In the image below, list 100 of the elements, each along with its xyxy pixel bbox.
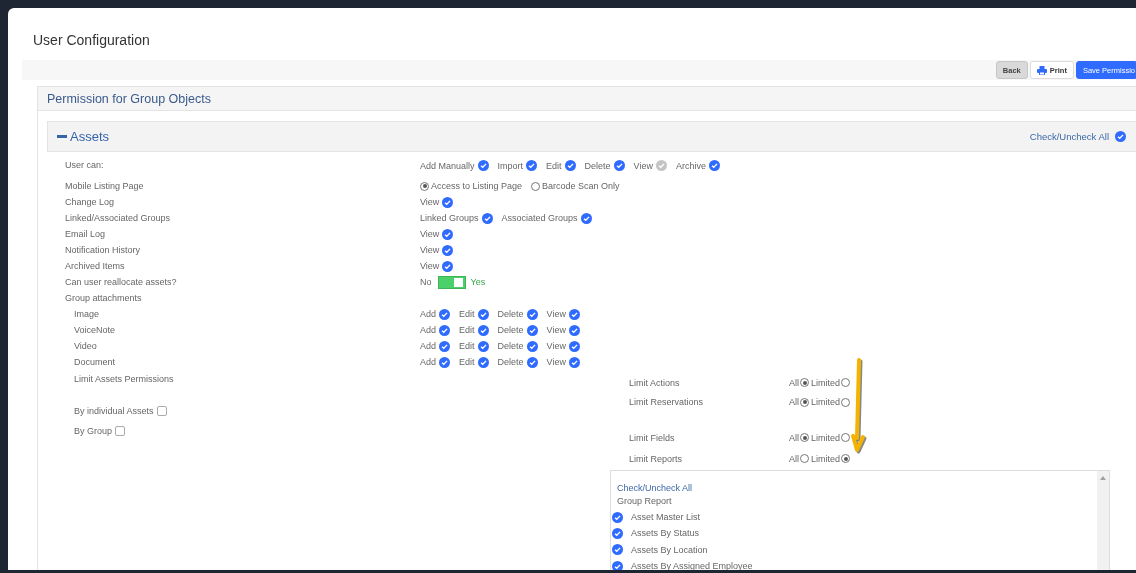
group-heading: Group Report bbox=[617, 496, 673, 506]
check-all-link[interactable]: Check/Uncheck All bbox=[617, 483, 693, 493]
checkbox[interactable] bbox=[477, 160, 489, 171]
option-label: Delete bbox=[584, 160, 611, 171]
checkbox[interactable] bbox=[526, 340, 538, 352]
radio-button[interactable] bbox=[800, 454, 809, 463]
checkbox[interactable] bbox=[526, 160, 538, 171]
checkbox[interactable] bbox=[568, 340, 580, 352]
checkbox[interactable] bbox=[115, 426, 126, 436]
checkbox[interactable] bbox=[526, 356, 538, 368]
checkbox[interactable] bbox=[477, 324, 489, 336]
checkbox[interactable] bbox=[439, 324, 450, 336]
checkbox[interactable] bbox=[156, 406, 167, 416]
toggle-switch[interactable] bbox=[437, 275, 466, 289]
checkbox-label: By individual Assets bbox=[74, 406, 154, 416]
checkbox[interactable] bbox=[442, 196, 454, 208]
checkbox[interactable] bbox=[477, 340, 489, 352]
option-label: Delete bbox=[497, 357, 524, 367]
permission-label: VoiceNote bbox=[73, 325, 117, 335]
checkbox[interactable] bbox=[655, 160, 667, 171]
option-label: Archive bbox=[675, 160, 706, 171]
radio-label: All bbox=[789, 453, 799, 464]
limit-label: Limit Fields bbox=[629, 432, 676, 443]
permission-label: Notification History bbox=[65, 245, 142, 255]
scroll-up-icon[interactable] bbox=[1100, 476, 1106, 480]
radio-button[interactable] bbox=[420, 181, 429, 191]
checkbox[interactable] bbox=[477, 308, 489, 320]
report-label: Assets By Status bbox=[631, 528, 700, 539]
checkbox[interactable] bbox=[526, 324, 538, 336]
minus-icon bbox=[57, 135, 67, 138]
checkbox[interactable] bbox=[564, 160, 576, 171]
radio-button[interactable] bbox=[841, 378, 851, 387]
checkbox[interactable] bbox=[442, 228, 454, 240]
checkbox[interactable] bbox=[442, 260, 454, 272]
permission-label: Video bbox=[73, 341, 98, 351]
checkbox[interactable] bbox=[442, 244, 454, 256]
section-title: Assets bbox=[70, 129, 109, 144]
option-label: Add bbox=[420, 357, 436, 367]
checkbox[interactable] bbox=[477, 356, 489, 368]
checkbox[interactable] bbox=[439, 308, 450, 320]
checkbox[interactable] bbox=[568, 308, 580, 320]
option-label: View bbox=[420, 229, 440, 239]
checkbox[interactable] bbox=[568, 356, 580, 368]
option-label: Add bbox=[420, 341, 436, 351]
radio-label: Limited bbox=[811, 377, 841, 388]
printer-icon bbox=[1036, 65, 1047, 75]
permission-label: User can: bbox=[65, 160, 105, 170]
radio-button[interactable] bbox=[531, 181, 541, 191]
permission-label: Archived Items bbox=[65, 261, 126, 271]
radio-button[interactable] bbox=[800, 433, 809, 442]
radio-label: Limited bbox=[811, 397, 841, 407]
checkbox-label: By Group bbox=[74, 426, 113, 436]
radio-label: All bbox=[789, 432, 799, 443]
radio-button[interactable] bbox=[841, 454, 851, 463]
checkbox[interactable] bbox=[612, 544, 623, 556]
checkbox[interactable] bbox=[481, 212, 493, 224]
checkbox[interactable] bbox=[1115, 131, 1126, 142]
checkbox[interactable] bbox=[613, 160, 625, 171]
limit-label: Limit Actions bbox=[629, 377, 681, 388]
permission-label: Limit Assets Permissions bbox=[74, 373, 175, 386]
check-all-link[interactable]: Check/Uncheck All bbox=[1029, 131, 1109, 142]
radio-button[interactable] bbox=[800, 378, 809, 387]
toggle-label: No bbox=[420, 277, 432, 287]
option-label: Add Manually bbox=[420, 160, 475, 171]
option-label: Edit bbox=[459, 309, 475, 319]
checkbox[interactable] bbox=[439, 340, 450, 352]
option-label: Associated Groups bbox=[501, 213, 578, 223]
option-label: View bbox=[546, 341, 566, 351]
option-label: Delete bbox=[497, 341, 524, 351]
permission-label: Image bbox=[73, 309, 100, 319]
option-label: Access to Listing Page bbox=[431, 181, 523, 191]
option-label: Delete bbox=[497, 325, 524, 335]
checkbox[interactable] bbox=[580, 212, 592, 224]
checkbox[interactable] bbox=[708, 160, 720, 171]
checkbox[interactable] bbox=[439, 356, 450, 368]
option-label: Barcode Scan Only bbox=[542, 181, 620, 191]
option-label: Edit bbox=[459, 341, 475, 351]
section-toggle[interactable]: Assets bbox=[57, 129, 109, 144]
checkbox[interactable] bbox=[612, 527, 623, 539]
radio-button[interactable] bbox=[841, 397, 851, 407]
option-label: View bbox=[420, 261, 440, 271]
option-label: View bbox=[546, 309, 566, 319]
option-label: Add bbox=[420, 325, 436, 335]
scrollbar[interactable] bbox=[1097, 471, 1109, 570]
radio-label: Limited bbox=[811, 453, 841, 464]
checkbox[interactable] bbox=[526, 308, 538, 320]
checkbox[interactable] bbox=[568, 324, 580, 336]
report-label: Assets By Assigned Employee bbox=[631, 561, 753, 570]
checkbox[interactable] bbox=[612, 511, 623, 523]
radio-button[interactable] bbox=[841, 433, 851, 442]
checkbox[interactable] bbox=[612, 560, 623, 570]
radio-label: Limited bbox=[811, 432, 841, 443]
option-label: Edit bbox=[459, 325, 475, 335]
permission-label: Group attachments bbox=[65, 293, 143, 303]
option-label: View bbox=[546, 325, 566, 335]
option-label: View bbox=[633, 160, 653, 171]
toggle-label: Yes bbox=[470, 277, 486, 287]
radio-button[interactable] bbox=[800, 397, 809, 407]
radio-label: All bbox=[789, 377, 799, 388]
option-label: Import bbox=[497, 160, 524, 171]
